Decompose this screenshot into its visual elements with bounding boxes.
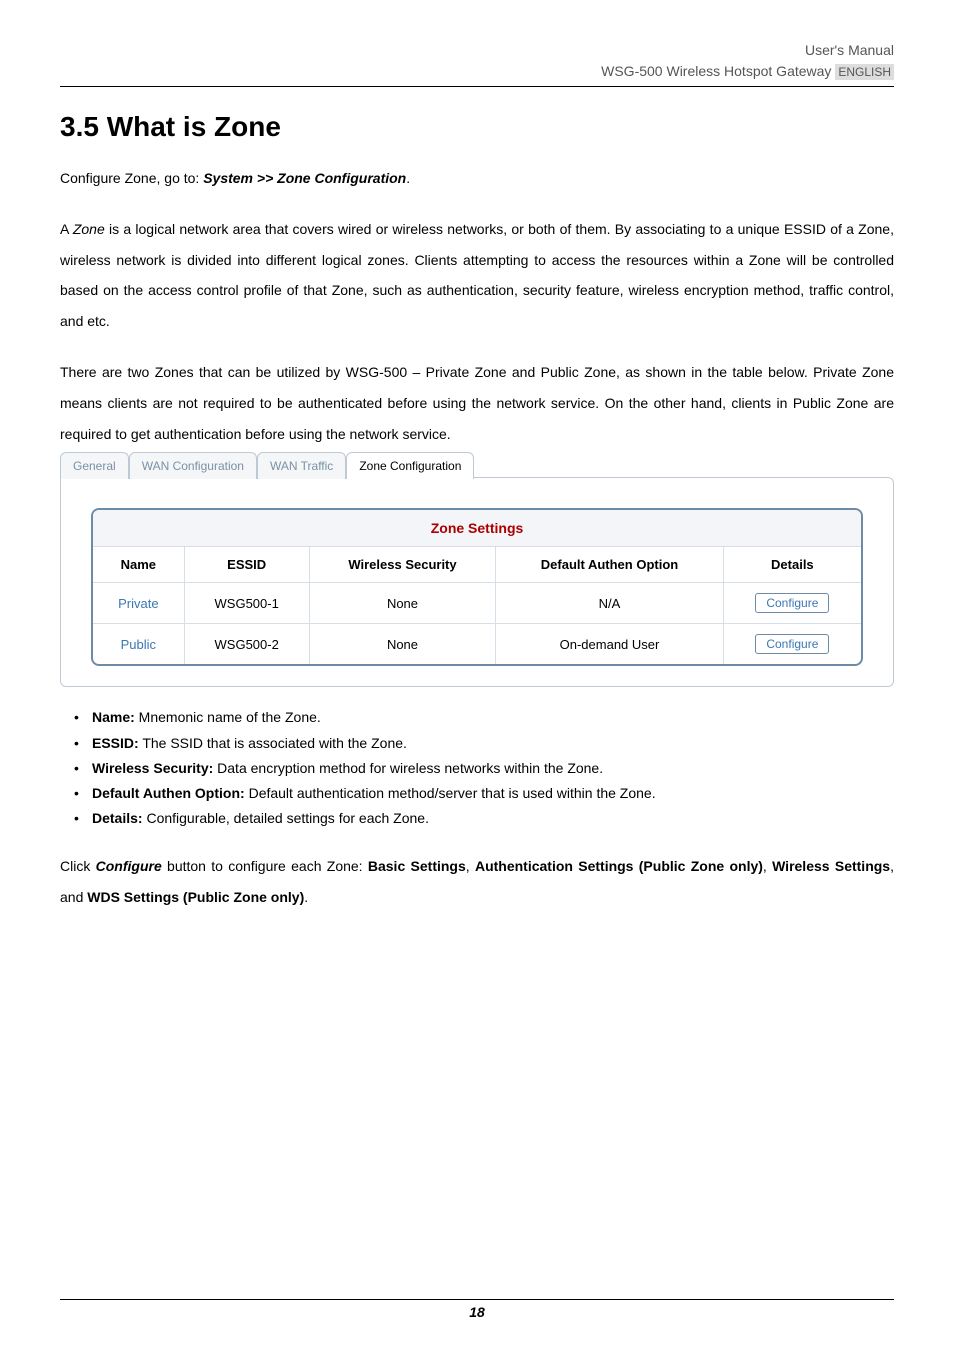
intro-suffix: .: [406, 170, 410, 186]
cell-wireless-security: None: [310, 583, 497, 624]
paragraph-1: A Zone is a logical network area that co…: [60, 214, 894, 337]
term-zone: Zone: [73, 221, 105, 237]
definition: Default authentication method/server tha…: [245, 785, 656, 801]
list-item: Details: Configurable, detailed settings…: [74, 806, 894, 831]
page-number: 18: [469, 1304, 485, 1320]
table-title: Zone Settings: [93, 510, 861, 547]
cell-name: Private: [93, 583, 185, 624]
term: Name:: [92, 709, 135, 725]
cell-details: Configure: [724, 624, 861, 664]
term: Wireless Security:: [92, 760, 213, 776]
table-row: Public WSG500-2 None On-demand User Conf…: [93, 624, 861, 664]
list-item: Default Authen Option: Default authentic…: [74, 781, 894, 806]
cell-default-authen: On-demand User: [496, 624, 723, 664]
list-item: ESSID: The SSID that is associated with …: [74, 731, 894, 756]
term: Details:: [92, 810, 143, 826]
header-line1: User's Manual: [60, 40, 894, 61]
intro-prefix: Configure Zone, go to:: [60, 170, 203, 186]
zone-settings-table: Zone Settings Name ESSID Wireless Securi…: [91, 508, 863, 666]
page-title: 3.5 What is Zone: [60, 111, 894, 143]
header-product: WSG-500 Wireless Hotspot Gateway: [601, 63, 831, 79]
cell-default-authen: N/A: [496, 583, 723, 624]
configure-button[interactable]: Configure: [755, 634, 829, 654]
col-name: Name: [93, 547, 185, 583]
tab-zone-configuration[interactable]: Zone Configuration: [346, 452, 474, 479]
intro-nav-path: System >> Zone Configuration: [203, 170, 406, 186]
page-header: User's Manual WSG-500 Wireless Hotspot G…: [60, 40, 894, 87]
section-wds-settings: WDS Settings (Public Zone only): [87, 889, 304, 905]
list-item: Wireless Security: Data encryption metho…: [74, 756, 894, 781]
cell-essid: WSG500-1: [185, 583, 310, 624]
section-wireless-settings: Wireless Settings: [772, 858, 890, 874]
tab-wan-configuration[interactable]: WAN Configuration: [129, 452, 257, 479]
col-essid: ESSID: [185, 547, 310, 583]
page-footer: 18: [60, 1299, 894, 1320]
definition: Data encryption method for wireless netw…: [213, 760, 603, 776]
col-default-authen-option: Default Authen Option: [496, 547, 723, 583]
list-item: Name: Mnemonic name of the Zone.: [74, 705, 894, 730]
definition: Mnemonic name of the Zone.: [135, 709, 321, 725]
field-definitions-list: Name: Mnemonic name of the Zone. ESSID: …: [60, 705, 894, 831]
cell-name: Public: [93, 624, 185, 664]
header-language-badge: ENGLISH: [835, 64, 894, 80]
section-basic-settings: Basic Settings: [368, 858, 466, 874]
col-wireless-security: Wireless Security: [310, 547, 497, 583]
definition: Configurable, detailed settings for each…: [143, 810, 429, 826]
cell-wireless-security: None: [310, 624, 497, 664]
zone-config-panel: General WAN Configuration WAN Traffic Zo…: [60, 477, 894, 687]
table-row: Private WSG500-1 None N/A Configure: [93, 583, 861, 624]
term: ESSID:: [92, 735, 139, 751]
tab-row: General WAN Configuration WAN Traffic Zo…: [60, 452, 474, 479]
closing-paragraph: Click Configure button to configure each…: [60, 851, 894, 913]
configure-term: Configure: [96, 858, 162, 874]
section-auth-settings: Authentication Settings (Public Zone onl…: [475, 858, 763, 874]
intro-paragraph: Configure Zone, go to: System >> Zone Co…: [60, 163, 894, 194]
configure-button[interactable]: Configure: [755, 593, 829, 613]
header-line2: WSG-500 Wireless Hotspot Gateway ENGLISH: [60, 61, 894, 82]
tab-wan-traffic[interactable]: WAN Traffic: [257, 452, 346, 479]
col-details: Details: [724, 547, 861, 583]
cell-details: Configure: [724, 583, 861, 624]
tab-general[interactable]: General: [60, 452, 129, 479]
term: Default Authen Option:: [92, 785, 245, 801]
cell-essid: WSG500-2: [185, 624, 310, 664]
definition: The SSID that is associated with the Zon…: [139, 735, 407, 751]
paragraph-2: There are two Zones that can be utilized…: [60, 357, 894, 449]
